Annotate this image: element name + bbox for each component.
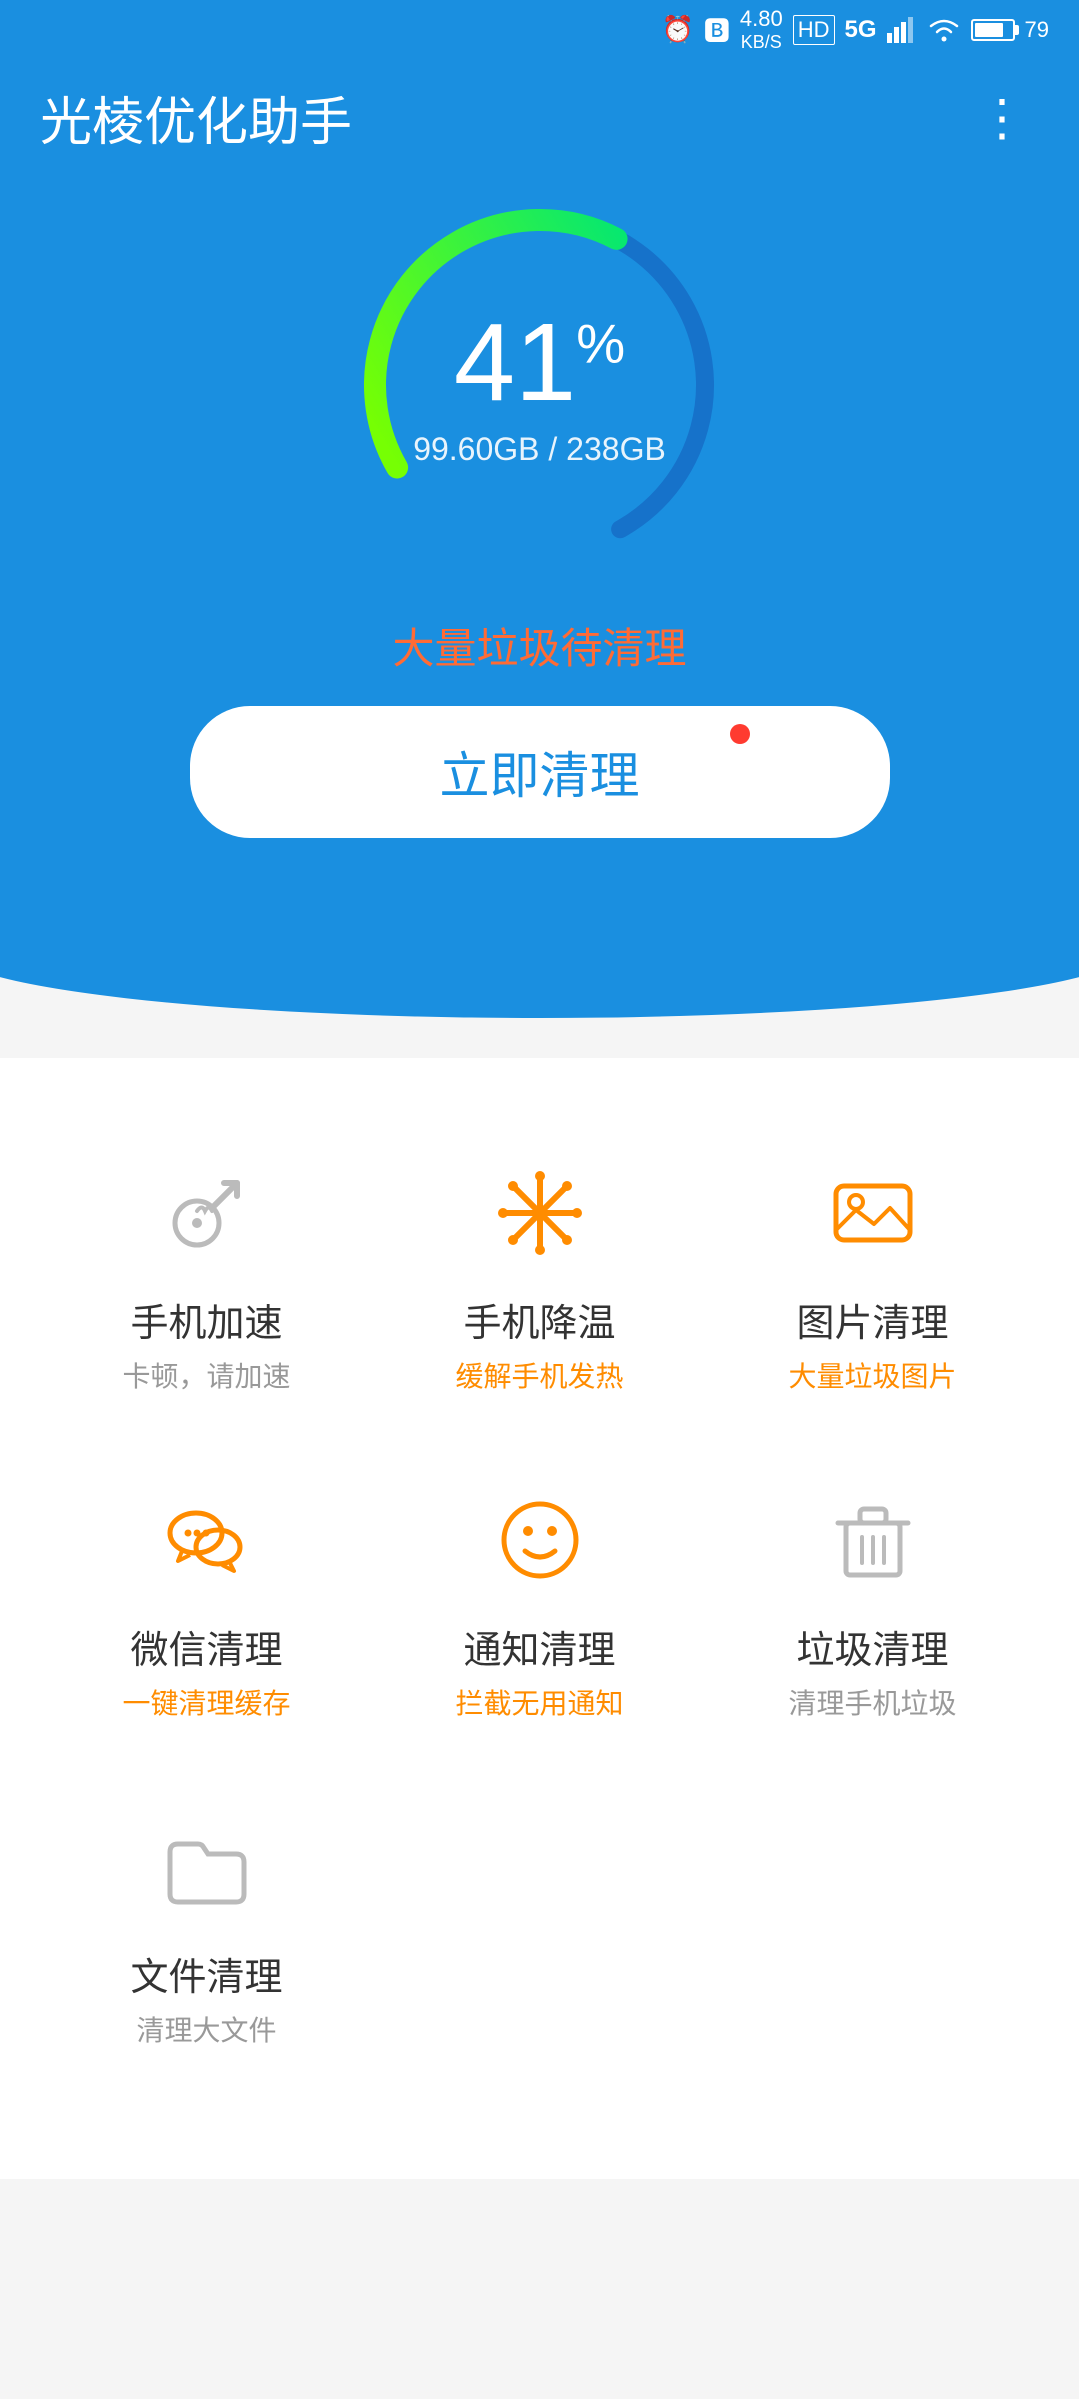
wechat-clean-desc: 一键清理缓存	[122, 1682, 290, 1722]
notify-clean-icon	[485, 1485, 595, 1595]
signal-icon	[887, 17, 917, 43]
trash-clean-icon	[818, 1485, 928, 1595]
trash-clean-name: 垃圾清理	[796, 1619, 948, 1674]
hd-badge: HD	[793, 15, 835, 45]
storage-info: 41% 99.60GB / 238GB	[413, 302, 666, 468]
photo-clean-desc: 大量垃圾图片	[788, 1355, 956, 1395]
notification-dot	[730, 724, 750, 744]
network-speed: 4.80 KB/S	[740, 6, 783, 54]
status-icons: ⏰ 🅱 4.80 KB/S HD 5G 79	[662, 6, 1050, 54]
phone-boost-icon	[152, 1158, 262, 1268]
app-title: 光棱优化助手	[40, 80, 352, 155]
battery-icon: 79	[971, 17, 1049, 43]
file-clean-icon	[152, 1812, 262, 1922]
header: 光棱优化助手 ⋮	[0, 60, 1079, 155]
wifi-icon	[927, 17, 961, 43]
status-bar: ⏰ 🅱 4.80 KB/S HD 5G 79	[0, 0, 1079, 60]
notify-clean-desc: 拦截无用通知	[455, 1682, 623, 1722]
trash-clean-desc: 清理手机垃圾	[788, 1682, 956, 1722]
content-area: 手机加速 卡顿，请加速	[0, 1058, 1079, 2179]
clean-button-wrapper: 立即清理	[190, 706, 890, 838]
bluetooth-icon: 🅱	[704, 11, 730, 48]
storage-detail: 99.60GB / 238GB	[413, 431, 666, 468]
feature-file-clean[interactable]: 文件清理 清理大文件	[40, 1772, 373, 2099]
feature-notify-clean[interactable]: 通知清理 拦截无用通知	[373, 1445, 706, 1772]
wechat-clean-icon	[152, 1485, 262, 1595]
phone-boost-desc: 卡顿，请加速	[122, 1355, 290, 1395]
clean-now-button[interactable]: 立即清理	[190, 706, 890, 838]
photo-clean-name: 图片清理	[796, 1292, 948, 1347]
percent-sign: %	[576, 312, 625, 374]
warning-text: 大量垃圾待清理	[392, 615, 686, 676]
5g-badge: 5G	[845, 16, 877, 44]
feature-trash-clean[interactable]: 垃圾清理 清理手机垃圾	[706, 1445, 1039, 1772]
feature-wechat-clean[interactable]: 微信清理 一键清理缓存	[40, 1445, 373, 1772]
blue-section: 41% 99.60GB / 238GB 大量垃圾待清理 立即清理	[0, 155, 1079, 958]
feature-phone-boost[interactable]: 手机加速 卡顿，请加速	[40, 1118, 373, 1445]
feature-photo-clean[interactable]: 图片清理 大量垃圾图片	[706, 1118, 1039, 1445]
phone-boost-name: 手机加速	[130, 1292, 282, 1347]
photo-clean-icon	[818, 1158, 928, 1268]
more-menu-button[interactable]: ⋮	[967, 83, 1039, 153]
feature-grid: 手机加速 卡顿，请加速	[40, 1118, 1039, 2099]
percent-value: 41	[454, 301, 576, 424]
phone-cool-desc: 缓解手机发热	[455, 1355, 623, 1395]
file-clean-desc: 清理大文件	[136, 2009, 276, 2049]
phone-cool-name: 手机降温	[463, 1292, 615, 1347]
wechat-clean-name: 微信清理	[130, 1619, 282, 1674]
clock-icon: ⏰	[662, 14, 694, 45]
storage-circle: 41% 99.60GB / 238GB	[350, 195, 730, 575]
feature-phone-cool[interactable]: 手机降温 缓解手机发热	[373, 1118, 706, 1445]
notify-clean-name: 通知清理	[463, 1619, 615, 1674]
file-clean-name: 文件清理	[130, 1946, 282, 2001]
phone-cool-icon	[485, 1158, 595, 1268]
